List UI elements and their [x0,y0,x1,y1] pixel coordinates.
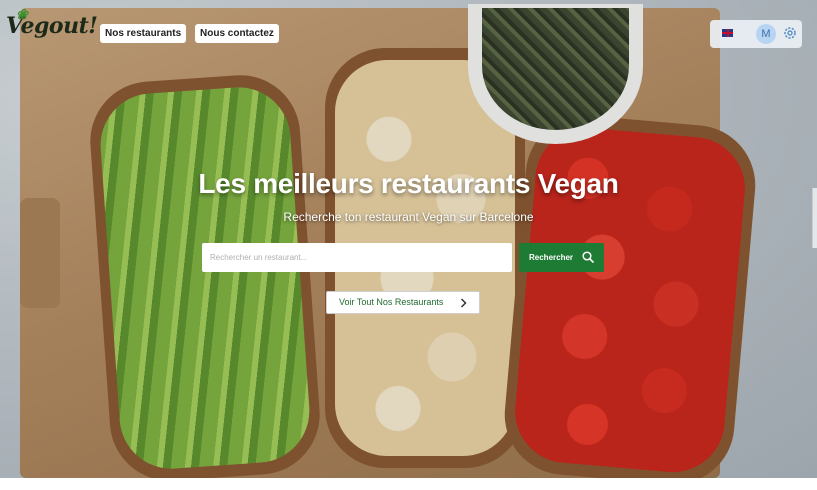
user-toolbar: M [710,20,802,48]
page-subtitle: Recherche ton restaurant Vegan sur Barce… [283,210,534,224]
search-button[interactable]: Rechercher [519,243,604,272]
hero-section: ❀ Vegout! Nos restaurants Nous contactez… [0,0,817,478]
avatar[interactable]: M [756,24,776,44]
gear-icon[interactable] [782,25,798,41]
search-input[interactable] [202,243,512,272]
uk-flag-icon[interactable] [722,29,733,37]
view-all-restaurants-button[interactable]: Voir Tout Nos Restaurants [326,291,480,314]
side-scroll-handle[interactable] [812,188,817,248]
leaf-icon: ❀ [16,7,28,23]
page-title: Les meilleurs restaurants Vegan [198,168,619,199]
chevron-right-icon [460,298,467,308]
nav-contact-link[interactable]: Nous contactez [195,24,279,43]
search-button-label: Rechercher [529,253,574,262]
view-all-label: Voir Tout Nos Restaurants [339,297,444,307]
nav-restaurants-link[interactable]: Nos restaurants [100,24,187,43]
logo[interactable]: ❀ Vegout! [6,7,98,39]
search-icon [582,251,594,263]
